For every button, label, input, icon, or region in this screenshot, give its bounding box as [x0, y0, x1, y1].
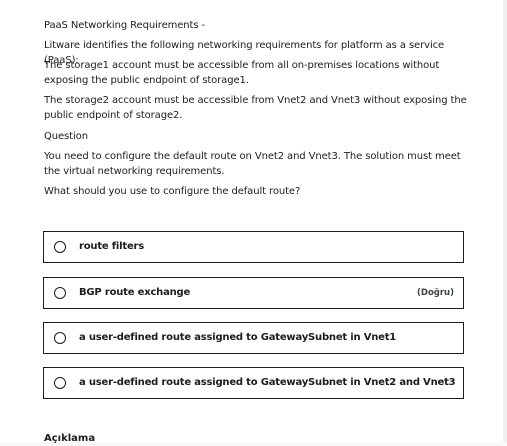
answer-option-udr-vnet2-vnet3[interactable]: a user-defined route assigned to Gateway…	[43, 367, 464, 399]
question-label: Question	[44, 131, 88, 142]
radio-button-icon[interactable]	[54, 287, 66, 299]
answer-option-udr-vnet1[interactable]: a user-defined route assigned to Gateway…	[43, 322, 464, 354]
requirement-2: The storage2 account must be accessible …	[44, 95, 467, 121]
question-card: PaaS Networking Requirements - Litware i…	[0, 0, 504, 444]
radio-button-icon[interactable]	[54, 241, 66, 253]
explanation-heading: Açıklama	[44, 433, 96, 444]
answer-option-label: a user-defined route assigned to Gateway…	[79, 332, 397, 343]
answer-option-label: route filters	[79, 241, 145, 252]
question-text: You need to configure the default route …	[44, 151, 461, 177]
answer-option-label: a user-defined route assigned to Gateway…	[79, 377, 456, 388]
requirement-1: The storage1 account must be accessible …	[44, 60, 440, 86]
correct-answer-badge: (Doğru)	[417, 288, 454, 298]
answer-option-route-filters[interactable]: route filters	[43, 231, 464, 263]
scroll-gutter	[503, 0, 507, 442]
answer-option-bgp-route-exchange[interactable]: BGP route exchange (Doğru)	[43, 277, 464, 309]
question-ask: What should you use to configure the def…	[44, 186, 301, 197]
question-title: PaaS Networking Requirements -	[44, 20, 206, 31]
answer-option-label: BGP route exchange	[79, 287, 191, 298]
radio-button-icon[interactable]	[54, 332, 66, 344]
radio-button-icon[interactable]	[54, 377, 66, 389]
